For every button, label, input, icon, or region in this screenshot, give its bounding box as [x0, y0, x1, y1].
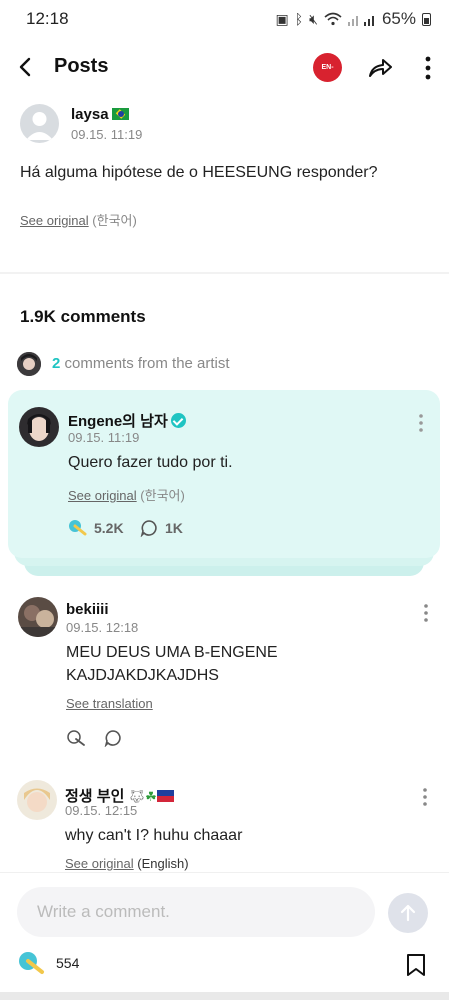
artist-avatar — [17, 352, 41, 376]
comment-avatar[interactable] — [17, 780, 57, 820]
more-options-icon[interactable] — [420, 54, 436, 82]
artist-comments-text: comments from the artist — [64, 355, 230, 372]
light-stick-like-icon — [19, 952, 44, 974]
see-original-link[interactable]: See original — [65, 856, 134, 871]
brazil-flag-icon — [111, 108, 129, 120]
comment-text-line: KAJDJAKDJKAJDHS — [66, 667, 219, 684]
send-arrow-icon — [400, 904, 416, 922]
post-author-name[interactable]: laysa — [71, 106, 129, 123]
comment-text-line: MEU DEUS UMA B-ENGENE — [66, 644, 278, 661]
artist-see-original: See original (한국어) — [68, 485, 185, 504]
reply-bubble-icon[interactable] — [104, 729, 122, 747]
bookmark-icon[interactable] — [406, 953, 426, 977]
post-like-count: 554 — [56, 955, 80, 971]
app-header: Posts EN- — [0, 44, 449, 92]
default-user-icon — [26, 112, 53, 140]
artist-comment-avatar[interactable] — [19, 407, 59, 447]
comment-more-icon[interactable] — [421, 602, 431, 624]
author-name-text: laysa — [71, 106, 109, 123]
wolf-emoji-icon: 🐺︎ — [128, 789, 146, 804]
clover-emoji-icon: ☘ — [145, 789, 157, 804]
philippines-flag-icon — [156, 790, 174, 802]
comment-see-original: See original (English) — [65, 856, 189, 871]
post-body: Há alguma hipótese de o HEESEUNG respond… — [20, 164, 378, 181]
artist-comment-text: Quero fazer tudo por ti. — [68, 454, 233, 471]
commenter-name[interactable]: bekiiii — [66, 601, 109, 618]
status-time: 12:18 — [26, 9, 69, 28]
original-language: (한국어) — [92, 213, 137, 228]
comment-more-icon[interactable] — [416, 412, 426, 434]
artist-comment-card[interactable]: Engene의 남자 09.15. 11:19 Quero fazer tudo… — [8, 390, 440, 558]
see-original-link[interactable]: See original — [68, 488, 137, 503]
avatar[interactable] — [20, 104, 59, 143]
artist-comments-row[interactable]: 2 comments from the artist — [17, 352, 437, 378]
reply-button[interactable]: 1K — [140, 519, 183, 537]
like-outline-icon[interactable] — [66, 729, 86, 747]
status-icons: ▣ ᛒ 🔇︎ 65% — [275, 9, 431, 29]
comment-input[interactable] — [17, 887, 375, 937]
share-icon[interactable] — [366, 54, 394, 82]
artist-comments-label: 2 comments from the artist — [52, 355, 230, 372]
see-translation-row: See translation — [66, 696, 153, 711]
comment-composer-bar: 554 — [0, 872, 449, 1000]
comment-text: why can't I? huhu chaaar — [65, 827, 243, 844]
page-title: Posts — [54, 55, 109, 77]
post-author: laysa 09.15. 11:19 — [20, 104, 420, 148]
like-count: 5.2K — [94, 519, 124, 536]
section-divider — [0, 272, 449, 274]
artist-comment-date: 09.15. 11:19 — [68, 430, 140, 445]
reply-bubble-icon — [140, 520, 157, 537]
comment-avatar[interactable] — [18, 597, 58, 637]
wifi-icon — [324, 12, 342, 26]
post-date: 09.15. 11:19 — [71, 127, 143, 142]
post-like-button[interactable]: 554 — [18, 951, 79, 975]
post-see-original: See original (한국어) — [20, 210, 137, 229]
light-stick-like-icon — [69, 520, 87, 536]
channel-badge-icon[interactable]: EN- — [313, 53, 342, 82]
reply-count: 1K — [165, 520, 183, 536]
send-button[interactable] — [388, 893, 428, 933]
artist-comments-count: 2 — [52, 355, 61, 372]
see-original-link[interactable]: See original — [20, 213, 89, 228]
see-translation-link[interactable]: See translation — [66, 696, 153, 711]
comment-more-icon[interactable] — [420, 786, 430, 808]
system-nav-bar — [0, 992, 449, 1000]
battery-percent: 65% — [381, 9, 416, 28]
battery-icon — [422, 12, 431, 26]
artist-name-text: Engene의 남자 — [68, 413, 168, 430]
status-bar: 12:18 ▣ ᛒ 🔇︎ 65% — [0, 0, 449, 40]
comment-date: 09.15. 12:18 — [66, 620, 139, 635]
comment-date: 09.15. 12:15 — [65, 803, 138, 818]
back-arrow-icon[interactable] — [14, 52, 38, 82]
verified-badge-icon — [170, 413, 186, 428]
bluetooth-icon: ᛒ — [294, 11, 304, 27]
like-button[interactable]: 5.2K — [68, 519, 124, 536]
signal-icon — [347, 15, 374, 26]
artist-name[interactable]: Engene의 남자 — [68, 410, 186, 431]
original-language: (한국어) — [140, 488, 185, 503]
sim-icon: ▣ — [275, 10, 289, 27]
comments-count: 1.9K comments — [20, 307, 146, 326]
original-language: (English) — [137, 856, 189, 871]
mute-icon: 🔇︎ — [309, 10, 318, 27]
